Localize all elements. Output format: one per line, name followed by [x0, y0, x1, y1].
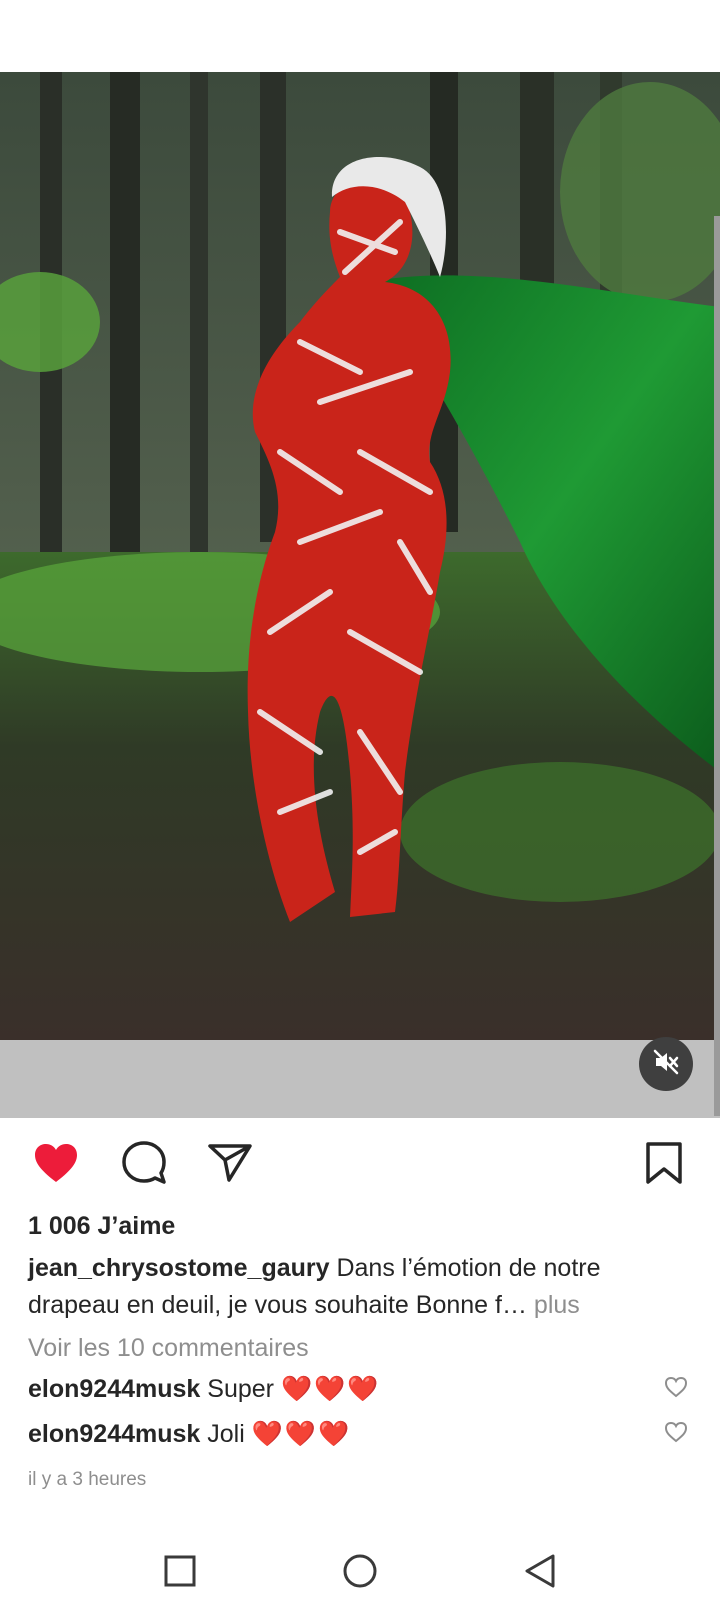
comment-text: Super — [200, 1375, 281, 1403]
circle-icon — [342, 1553, 378, 1594]
comment-emoji: ❤️❤️❤️ — [251, 1420, 352, 1448]
mute-button[interactable] — [639, 1037, 693, 1091]
post-caption: jean_chrysostome_gaury Dans l’émotion de… — [28, 1250, 668, 1324]
caption-username[interactable]: jean_chrysostome_gaury — [28, 1254, 330, 1282]
recents-button[interactable] — [155, 1548, 205, 1598]
comment-username[interactable]: elon9244musk — [28, 1420, 200, 1448]
comment-item: elon9244musk Joli ❤️❤️❤️ — [28, 1420, 351, 1449]
heart-outline-icon — [664, 1421, 688, 1447]
view-all-comments-link[interactable]: Voir les 10 commentaires — [28, 1334, 309, 1363]
caption-more-link[interactable]: plus — [527, 1291, 580, 1319]
media-bottom-band — [0, 1040, 720, 1118]
comment-emoji: ❤️❤️❤️ — [280, 1375, 381, 1403]
likes-count[interactable]: 1 006 J’aime — [28, 1212, 175, 1241]
heart-outline-icon — [664, 1376, 688, 1402]
send-icon — [207, 1142, 253, 1189]
heart-icon — [33, 1142, 79, 1189]
home-button[interactable] — [335, 1548, 385, 1598]
post-media[interactable] — [0, 72, 720, 1040]
comment-like-button[interactable] — [664, 1376, 688, 1400]
system-navigation-bar — [0, 1540, 720, 1612]
scrollbar[interactable] — [714, 216, 720, 1116]
volume-muted-icon — [652, 1048, 680, 1081]
share-button[interactable] — [204, 1140, 256, 1190]
back-button[interactable] — [515, 1548, 565, 1598]
comment-text: Joli — [200, 1420, 252, 1448]
bookmark-icon — [645, 1141, 683, 1190]
save-button[interactable] — [638, 1140, 690, 1190]
comment-username[interactable]: elon9244musk — [28, 1375, 200, 1403]
comment-icon — [121, 1140, 167, 1191]
post-photo — [0, 72, 720, 1040]
comment-like-button[interactable] — [664, 1421, 688, 1445]
square-icon — [164, 1555, 196, 1592]
comment-item: elon9244musk Super ❤️❤️❤️ — [28, 1375, 380, 1404]
comment-button[interactable] — [118, 1140, 170, 1190]
post-action-bar — [0, 1140, 720, 1190]
post-timestamp: il y a 3 heures — [28, 1469, 147, 1490]
triangle-back-icon — [523, 1553, 557, 1594]
like-button[interactable] — [30, 1140, 82, 1190]
